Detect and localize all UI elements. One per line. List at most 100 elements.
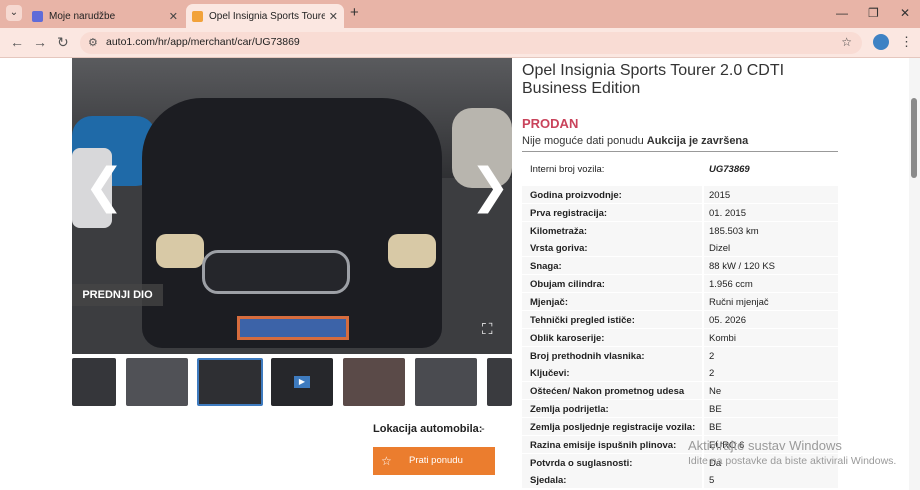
spec-value: 05. 2026 bbox=[709, 315, 746, 326]
favicon-icon bbox=[192, 10, 203, 22]
fullscreen-icon[interactable]: ⛶ bbox=[482, 322, 498, 338]
spec-label: Interni broj vozila: bbox=[530, 164, 605, 175]
minimize-icon[interactable]: — bbox=[836, 6, 848, 20]
spec-label: Zemlja podrijetla: bbox=[530, 404, 609, 415]
spec-value: 5 bbox=[709, 475, 715, 486]
tune-icon[interactable]: ⚙ bbox=[88, 36, 98, 49]
spec-label: Potvrda o suglasnosti: bbox=[530, 458, 633, 469]
spec-row: Mjenjač: Ručni mjenjač bbox=[522, 293, 838, 310]
photo-plate bbox=[237, 316, 349, 340]
thumbnail[interactable] bbox=[487, 358, 512, 406]
tab-opel-insignia[interactable]: Opel Insignia Sports Tourer 2.0 ✕ bbox=[186, 4, 344, 28]
next-arrow-icon[interactable]: ❯ bbox=[470, 162, 510, 210]
avatar-icon[interactable] bbox=[873, 34, 889, 50]
spec-label: Snaga: bbox=[530, 261, 562, 272]
spec-row: Zemlja posljednje registracije vozila: BE bbox=[522, 418, 838, 435]
scrollbar-thumb[interactable] bbox=[911, 98, 917, 178]
spec-row: Sjedala: 5 bbox=[522, 471, 838, 488]
play-icon: ▶ bbox=[294, 376, 310, 388]
arrow-left-icon[interactable]: ← bbox=[10, 35, 24, 49]
url-text[interactable]: auto1.com/hr/app/merchant/car/UG73869 bbox=[106, 36, 300, 48]
location-value: - bbox=[481, 423, 485, 435]
spec-value: 1.956 ccm bbox=[709, 279, 753, 290]
spec-value: BE bbox=[709, 422, 722, 433]
spec-row: Broj prethodnih vlasnika: 2 bbox=[522, 347, 838, 364]
kebab-icon[interactable]: ⋮ bbox=[900, 34, 913, 50]
spec-row: Zemlja podrijetla: BE bbox=[522, 400, 838, 417]
thumbnail-strip: ▶ bbox=[72, 358, 512, 408]
car-title: Opel Insignia Sports Tourer 2.0 CDTI Bus… bbox=[522, 62, 785, 97]
spec-row: Tehnički pregled ističe: 05. 2026 bbox=[522, 311, 838, 328]
thumbnail[interactable] bbox=[72, 358, 116, 406]
star-outline-icon: ☆ bbox=[381, 454, 392, 468]
arrow-right-icon[interactable]: → bbox=[33, 35, 47, 49]
favicon-icon bbox=[32, 10, 43, 22]
spec-value: Ručni mjenjač bbox=[709, 297, 769, 308]
photo-grille bbox=[202, 250, 350, 294]
spec-row: Kilometraža: 185.503 km bbox=[522, 222, 838, 239]
spec-row: Oštećen/ Nakon prometnog udesa Ne bbox=[522, 382, 838, 399]
thumbnail[interactable] bbox=[415, 358, 477, 406]
divider bbox=[522, 151, 838, 152]
tab-moje-narudzbe[interactable]: Moje narudžbe ✕ bbox=[26, 4, 184, 28]
plus-icon[interactable]: + bbox=[350, 5, 359, 20]
spec-row: Godina proizvodnje: 2015 bbox=[522, 186, 838, 203]
spec-label: Kilometraža: bbox=[530, 226, 588, 237]
chevron-down-icon[interactable]: ⌄ bbox=[6, 5, 22, 21]
spec-row: Prva registracija: 01. 2015 bbox=[522, 204, 838, 221]
spec-label: Ključevi: bbox=[530, 368, 570, 379]
address-bar: ← → ↻ ⚙ auto1.com/hr/app/merchant/car/UG… bbox=[0, 28, 920, 58]
spec-label: Mjenjač: bbox=[530, 297, 569, 308]
star-icon[interactable]: ☆ bbox=[841, 35, 852, 49]
spec-label: Oštećen/ Nakon prometnog udesa bbox=[530, 386, 685, 397]
photo-view-label: PREDNJI DIO bbox=[72, 284, 163, 306]
prev-arrow-icon[interactable]: ❮ bbox=[84, 162, 124, 210]
thumbnail-video[interactable]: ▶ bbox=[271, 358, 333, 406]
restore-icon[interactable]: ❐ bbox=[868, 6, 879, 20]
spec-value: Kombi bbox=[709, 333, 736, 344]
thumbnail-active[interactable] bbox=[197, 358, 263, 406]
thumbnail[interactable] bbox=[126, 358, 188, 406]
spec-label: Broj prethodnih vlasnika: bbox=[530, 351, 645, 362]
windows-activation-watermark: Aktivirajte sustav Windows Idite na post… bbox=[688, 438, 896, 467]
spec-value: 2015 bbox=[709, 190, 731, 201]
spec-row: Obujam cilindra: 1.956 ccm bbox=[522, 275, 838, 292]
spec-value: 01. 2015 bbox=[709, 208, 746, 219]
spec-label: Oblik karoserije: bbox=[530, 333, 605, 344]
thumbnail[interactable] bbox=[343, 358, 405, 406]
spec-value: BE bbox=[709, 404, 722, 415]
spec-row: Snaga: 88 kW / 120 KS bbox=[522, 257, 838, 274]
tab-bar: ⌄ Moje narudžbe ✕ Opel Insignia Sports T… bbox=[0, 0, 920, 28]
photo-headlamp-right bbox=[388, 234, 436, 268]
spec-row: Interni broj vozila: UG73869 bbox=[522, 160, 838, 177]
photo-car bbox=[142, 98, 442, 348]
spec-label: Zemlja posljednje registracije vozila: bbox=[530, 422, 696, 433]
url-field[interactable]: ⚙ auto1.com/hr/app/merchant/car/UG73869 … bbox=[80, 32, 862, 54]
main-photo[interactable]: ❮ ❯ PREDNJI DIO ⛶ bbox=[72, 58, 512, 354]
spec-cell-bg bbox=[704, 347, 838, 364]
close-window-icon[interactable]: ✕ bbox=[900, 6, 910, 20]
spec-label: Razina emisije ispušnih plinova: bbox=[530, 440, 677, 451]
spec-value: UG73869 bbox=[709, 164, 750, 175]
close-icon[interactable]: ✕ bbox=[169, 10, 178, 23]
offer-status: Nije moguće dati ponudu Aukcija je završ… bbox=[522, 135, 748, 147]
spec-label: Godina proizvodnje: bbox=[530, 190, 622, 201]
reload-icon[interactable]: ↻ bbox=[57, 35, 69, 49]
follow-offer-button[interactable]: ☆ Prati ponudu bbox=[373, 447, 495, 475]
spec-label: Sjedala: bbox=[530, 475, 567, 486]
watermark-line2: Idite na postavke da biste aktivirali Wi… bbox=[688, 455, 897, 467]
close-icon[interactable]: ✕ bbox=[329, 10, 338, 23]
spec-label: Obujam cilindra: bbox=[530, 279, 605, 290]
photo-headlamp-left bbox=[156, 234, 204, 268]
spec-cell-bg bbox=[704, 364, 838, 381]
spec-value: 2 bbox=[709, 351, 715, 362]
spec-value: 185.503 km bbox=[709, 226, 759, 237]
spec-value: 2 bbox=[709, 368, 715, 379]
tab-title: Opel Insignia Sports Tourer 2.0 bbox=[209, 10, 325, 22]
spec-label: Prva registracija: bbox=[530, 208, 608, 219]
spec-row: Vrsta goriva: Dizel bbox=[522, 239, 838, 256]
spec-cell-bg bbox=[704, 382, 838, 399]
spec-value: 88 kW / 120 KS bbox=[709, 261, 776, 272]
spec-label: Tehnički pregled ističe: bbox=[530, 315, 635, 326]
spec-cell-bg bbox=[704, 418, 838, 435]
